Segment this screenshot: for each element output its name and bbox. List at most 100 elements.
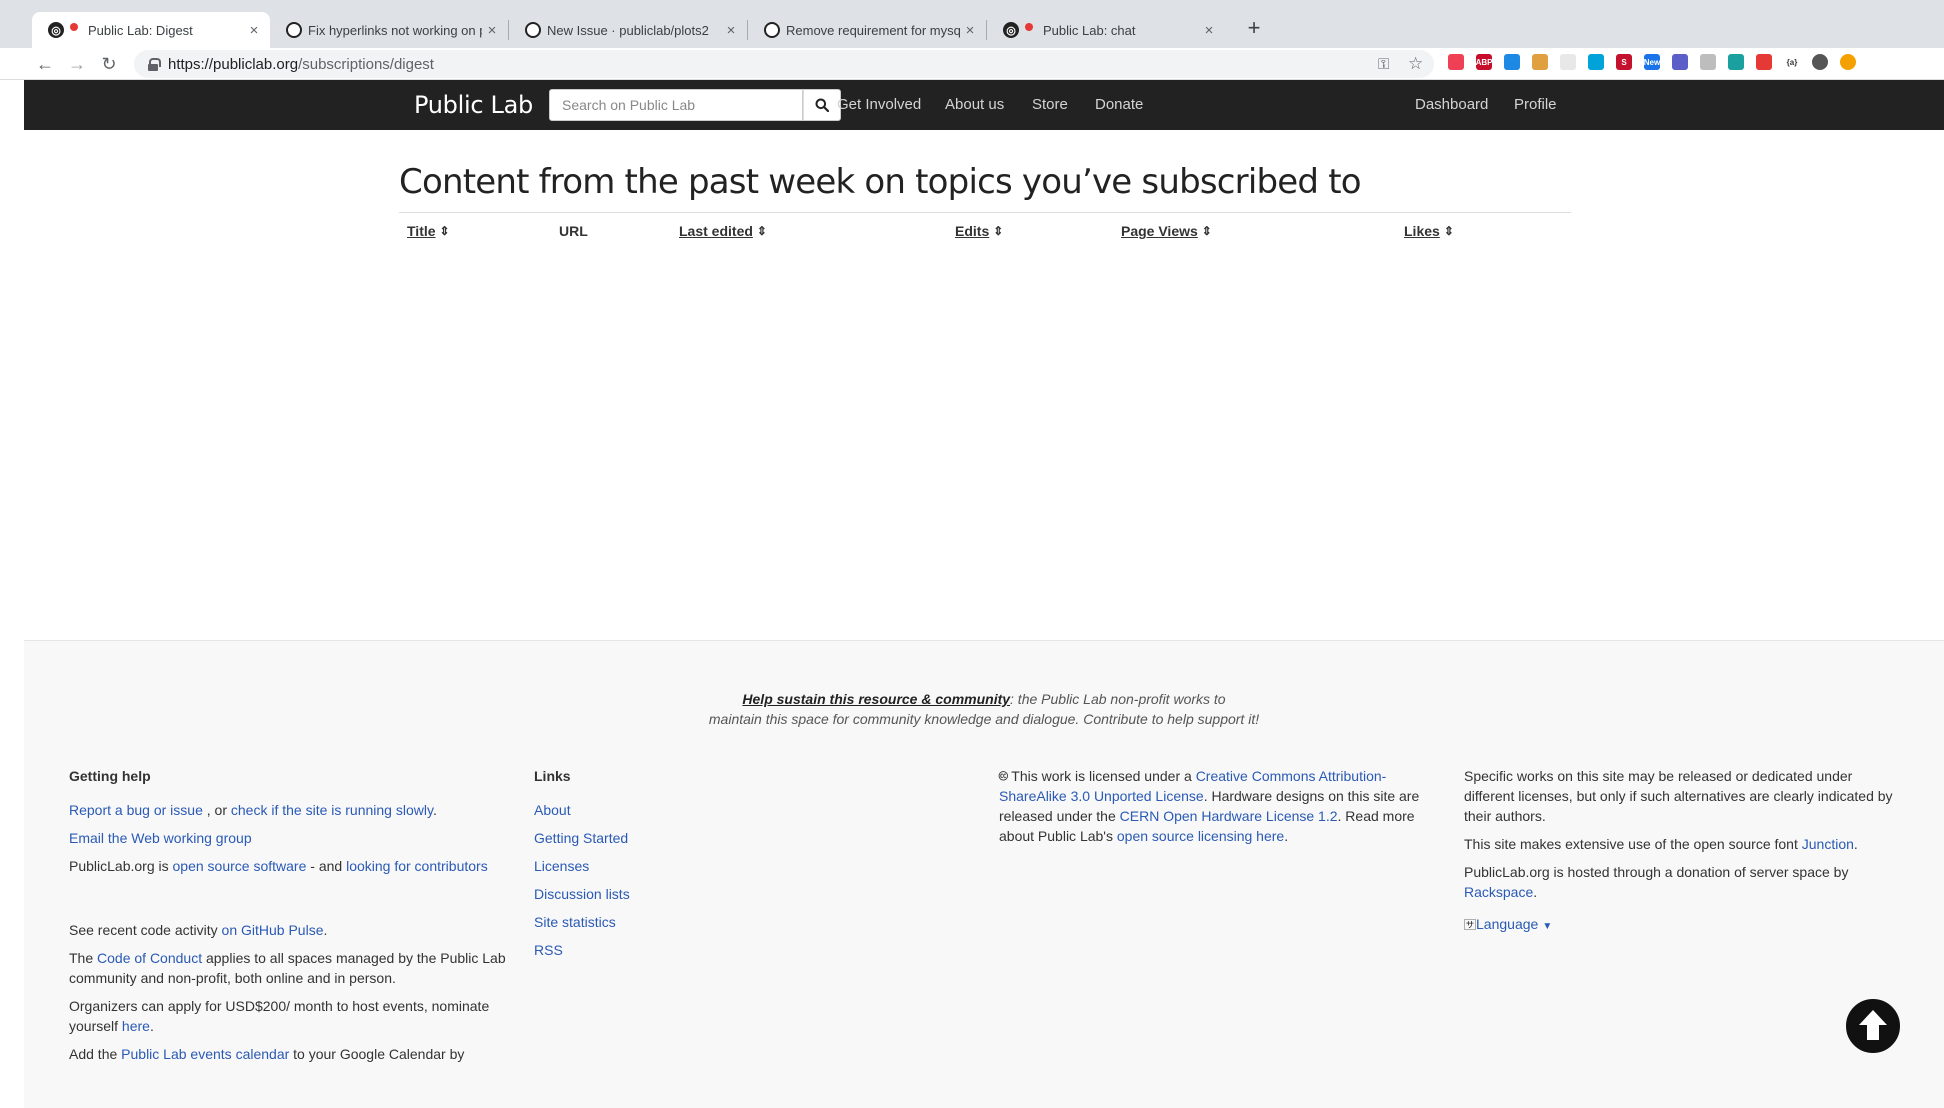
forward-arrow-icon[interactable]: → (64, 52, 90, 76)
oss-link[interactable]: open source software (173, 858, 307, 874)
web-page: Public Lab Get Involved About us Store D… (24, 80, 1944, 1108)
tab-public-lab-digest[interactable]: ◎ Public Lab: Digest × (32, 12, 270, 48)
static-text: PublicLab.org is (69, 858, 173, 874)
column-header-edits[interactable]: Edits ⇕ (955, 223, 1003, 239)
column-header-likes[interactable]: Likes ⇕ (1404, 223, 1454, 239)
site-footer: Help sustain this resource & community: … (24, 640, 1944, 1108)
here-link[interactable]: here (122, 1018, 150, 1034)
lock-icon (148, 58, 161, 71)
sort-icon: ⇕ (993, 224, 1004, 238)
static-text: PublicLab.org is hosted through a donati… (1464, 864, 1849, 880)
column-header-page-views[interactable]: Page Views ⇕ (1121, 223, 1212, 239)
sort-icon: ⇕ (439, 224, 450, 238)
footer-link-licenses[interactable]: Licenses (534, 856, 734, 876)
extension-box-icon[interactable] (1532, 54, 1548, 70)
footer-link-getting-started[interactable]: Getting Started (534, 828, 734, 848)
static-text: Add the (69, 1046, 122, 1062)
static-text: . (1284, 828, 1289, 844)
column-label: Page Views (1121, 223, 1198, 239)
key-icon[interactable]: ⚿ (1378, 56, 1389, 73)
close-tab-icon[interactable]: × (1199, 22, 1219, 39)
footer-link-rss[interactable]: RSS (534, 940, 734, 960)
address-bar[interactable]: https://publiclab.org/subscriptions/dige… (134, 50, 1434, 78)
rackspace-link[interactable]: Rackspace (1464, 884, 1533, 900)
footer-link-about[interactable]: About (534, 800, 734, 820)
extension-braces-icon[interactable]: {a} (1784, 54, 1800, 70)
recording-dot-icon (1025, 23, 1033, 31)
extension-blank-icon[interactable] (1560, 54, 1576, 70)
site-brand[interactable]: Public Lab (414, 91, 533, 119)
column-label: Last edited (679, 223, 753, 239)
extension-blue-icon[interactable] (1504, 54, 1520, 70)
calendar-line: Add the Public Lab events calendar to yo… (69, 1044, 509, 1064)
events-calendar-link[interactable]: Public Lab events calendar (121, 1046, 289, 1062)
footer-link-site-statistics[interactable]: Site statistics (534, 912, 734, 932)
close-tab-icon[interactable]: × (482, 22, 502, 39)
pocket-icon[interactable] (1448, 54, 1464, 70)
coc-link[interactable]: Code of Conduct (97, 950, 202, 966)
extension-gray-icon[interactable] (1700, 54, 1716, 70)
contributors-link[interactable]: looking for contributors (346, 858, 488, 874)
email-group-link[interactable]: Email the Web working group (69, 830, 252, 846)
cern-license-link[interactable]: CERN Open Hardware License 1.2 (1120, 808, 1338, 824)
extension-teal-icon[interactable] (1728, 54, 1744, 70)
page-title: Content from the past week on topics you… (399, 162, 1362, 202)
column-header-url: URL (559, 223, 588, 239)
static-text: . (149, 1018, 154, 1034)
extension-cyan-icon[interactable] (1588, 54, 1604, 70)
new-tab-button[interactable]: + (1240, 14, 1268, 42)
nav-store[interactable]: Store (1032, 96, 1068, 113)
extension-s-icon[interactable]: S (1616, 54, 1632, 70)
junction-link[interactable]: Junction (1802, 836, 1854, 852)
language-selector[interactable]: 🈂Language ▼ (1464, 914, 1904, 937)
recording-dot-icon (70, 23, 78, 31)
check-site-link[interactable]: check if the site is running slowly (231, 802, 433, 818)
column-header-title[interactable]: Title ⇕ (407, 223, 450, 239)
tab-remove-requirement[interactable]: Remove requirement for mysql × (748, 12, 986, 48)
footer-link-list: About Getting Started Licenses Discussio… (534, 800, 734, 960)
footer-getting-help: Getting help Report a bug or issue , or … (69, 766, 509, 1072)
browser-tab-strip: ◎ Public Lab: Digest × Fix hyperlinks no… (0, 0, 1944, 48)
nav-get-involved[interactable]: Get Involved (837, 96, 921, 113)
report-bug-link[interactable]: Report a bug or issue (69, 802, 203, 818)
adblock-plus-icon[interactable]: ABP (1476, 54, 1492, 70)
nav-donate[interactable]: Donate (1095, 96, 1143, 113)
tab-public-lab-chat[interactable]: ◎ Public Lab: chat × (987, 12, 1225, 48)
bookmark-star-icon[interactable]: ☆ (1408, 54, 1423, 74)
browser-toolbar: ← → ↻ https://publiclab.org/subscription… (0, 48, 1944, 80)
nav-dashboard[interactable]: Dashboard (1415, 96, 1488, 113)
site-navbar: Public Lab Get Involved About us Store D… (24, 80, 1944, 130)
static-text: , or (202, 802, 231, 818)
nav-profile[interactable]: Profile (1514, 96, 1557, 113)
close-tab-icon[interactable]: × (244, 22, 264, 39)
extension-tool-icon[interactable] (1672, 54, 1688, 70)
search-input[interactable] (549, 89, 803, 121)
url-host: https://publiclab.org (168, 55, 299, 73)
close-tab-icon[interactable]: × (721, 22, 741, 39)
creative-commons-icon: 🅭 (999, 768, 1008, 784)
tab-fix-hyperlinks[interactable]: Fix hyperlinks not working on p × (270, 12, 508, 48)
sustain-link[interactable]: Help sustain this resource & community (742, 691, 1010, 707)
profile-avatar-icon[interactable] (1812, 54, 1828, 70)
oss-licensing-link[interactable]: open source licensing here (1117, 828, 1284, 844)
static-text: . (1853, 836, 1858, 852)
nav-about-us[interactable]: About us (945, 96, 1004, 113)
report-bug-line: Report a bug or issue , or check if the … (69, 800, 509, 820)
scroll-to-top-button[interactable] (1846, 999, 1900, 1053)
footer-link-discussion-lists[interactable]: Discussion lists (534, 884, 734, 904)
language-dropdown[interactable]: Language (1476, 916, 1538, 932)
github-icon (286, 22, 302, 38)
close-tab-icon[interactable]: × (960, 22, 980, 39)
extension-icons: ABP S New {a} (1448, 54, 1856, 70)
extension-red-icon[interactable] (1756, 54, 1772, 70)
footer-license: 🅭 This work is licensed under a Creative… (999, 766, 1429, 854)
search-button[interactable] (803, 89, 841, 121)
publiclab-favicon-icon: ◎ (48, 22, 64, 38)
column-header-last-edited[interactable]: Last edited ⇕ (679, 223, 767, 239)
back-arrow-icon[interactable]: ← (32, 52, 58, 76)
github-pulse-link[interactable]: on GitHub Pulse (222, 922, 324, 938)
extension-new-icon[interactable]: New (1644, 54, 1660, 70)
tab-new-issue[interactable]: New Issue · publiclab/plots2 × (509, 12, 747, 48)
extension-orange-icon[interactable] (1840, 54, 1856, 70)
reload-icon[interactable]: ↻ (96, 52, 122, 76)
